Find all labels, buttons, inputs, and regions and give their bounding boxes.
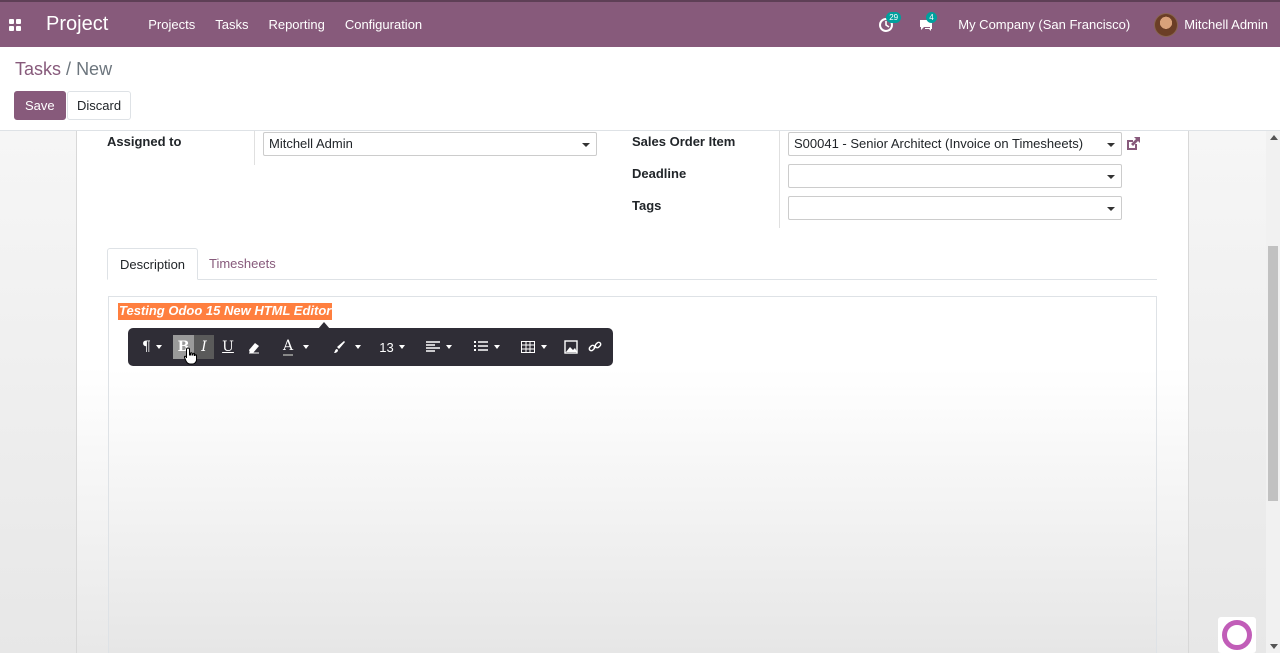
chevron-down-icon xyxy=(1107,143,1115,147)
table-dropdown[interactable] xyxy=(518,335,550,359)
menu-tasks[interactable]: Tasks xyxy=(205,2,258,47)
editor-selected-text[interactable]: Testing Odoo 15 New HTML Editor xyxy=(118,303,333,320)
recording-widget-icon[interactable] xyxy=(1218,617,1256,653)
paragraph-style-dropdown[interactable]: ¶ xyxy=(138,335,166,359)
user-menu[interactable]: Mitchell Admin xyxy=(1142,12,1280,37)
tags-label: Tags xyxy=(632,198,662,213)
control-panel: Tasks / New Save Discard xyxy=(0,47,1280,131)
tags-field[interactable] xyxy=(788,196,1122,220)
font-color-icon: A xyxy=(282,338,294,356)
paragraph-icon: ¶ xyxy=(142,339,151,355)
caret-down-icon xyxy=(541,345,547,349)
font-size-dropdown[interactable]: 13 xyxy=(376,335,408,359)
caret-down-icon xyxy=(303,345,310,349)
font-color-dropdown[interactable]: A xyxy=(278,335,314,359)
scroll-up-icon[interactable] xyxy=(1270,135,1278,140)
notebook-tabs: Description Timesheets xyxy=(107,248,1157,280)
caret-down-icon xyxy=(155,345,162,349)
font-size-value: 13 xyxy=(379,339,394,355)
list-dropdown[interactable] xyxy=(471,335,503,359)
menu-configuration[interactable]: Configuration xyxy=(335,2,432,47)
breadcrumb: Tasks / New xyxy=(15,59,112,80)
activity-badge: 29 xyxy=(886,12,902,23)
link-button[interactable] xyxy=(585,335,605,359)
save-button[interactable]: Save xyxy=(14,91,66,120)
page-scrollbar[interactable] xyxy=(1266,131,1280,653)
breadcrumb-separator: / xyxy=(66,59,72,79)
chevron-down-icon xyxy=(582,143,590,147)
menu-reporting[interactable]: Reporting xyxy=(258,2,334,47)
company-switcher[interactable]: My Company (San Francisco) xyxy=(946,17,1142,32)
scroll-down-icon[interactable] xyxy=(1270,644,1278,649)
align-icon xyxy=(426,341,440,352)
media-button[interactable] xyxy=(561,335,581,359)
underline-button[interactable]: U xyxy=(218,335,238,359)
top-navbar: Project Projects Tasks Reporting Configu… xyxy=(0,0,1280,47)
deadline-label: Deadline xyxy=(632,166,687,181)
tab-timesheets[interactable]: Timesheets xyxy=(197,248,288,280)
external-link-icon[interactable] xyxy=(1124,135,1142,153)
caret-down-icon xyxy=(398,345,405,349)
link-icon xyxy=(588,341,602,352)
discard-button[interactable]: Discard xyxy=(67,91,132,120)
scroll-thumb[interactable] xyxy=(1268,246,1278,501)
caret-down-icon xyxy=(494,345,500,349)
assigned-to-label: Assigned to xyxy=(107,134,182,149)
activity-clock-icon[interactable]: 29 xyxy=(866,2,906,47)
sales-order-item-label: Sales Order Item xyxy=(632,134,736,149)
underline-icon: U xyxy=(222,339,234,355)
field-divider xyxy=(779,131,780,228)
apps-menu-icon[interactable] xyxy=(0,2,30,47)
background-color-dropdown[interactable] xyxy=(328,335,364,359)
menu-projects[interactable]: Projects xyxy=(138,2,205,47)
breadcrumb-tasks[interactable]: Tasks xyxy=(15,59,61,79)
brush-icon xyxy=(333,341,345,353)
italic-icon: I xyxy=(201,339,207,355)
eraser-icon xyxy=(249,343,259,354)
messages-badge: 4 xyxy=(926,12,937,23)
eraser-button[interactable] xyxy=(244,335,264,359)
image-icon xyxy=(564,340,578,354)
sales-order-item-value: S00041 - Senior Architect (Invoice on Ti… xyxy=(794,136,1084,151)
user-name: Mitchell Admin xyxy=(1184,17,1268,32)
deadline-field[interactable] xyxy=(788,164,1122,188)
caret-down-icon xyxy=(446,345,452,349)
assigned-to-field[interactable]: Mitchell Admin xyxy=(263,132,597,156)
list-icon xyxy=(474,341,488,351)
breadcrumb-current: New xyxy=(76,59,113,79)
caret-down-icon xyxy=(354,345,361,349)
chevron-down-icon xyxy=(1107,207,1115,211)
hand-cursor-icon xyxy=(184,347,197,365)
tab-description[interactable]: Description xyxy=(107,248,199,280)
field-divider xyxy=(254,131,255,165)
table-icon xyxy=(521,341,535,353)
avatar xyxy=(1154,12,1179,37)
editor-toolbar: ¶ B I U A 13 xyxy=(128,328,613,366)
messages-icon[interactable]: 4 xyxy=(906,2,946,47)
app-name[interactable]: Project xyxy=(46,13,108,36)
chevron-down-icon xyxy=(1107,175,1115,179)
main-menu: Projects Tasks Reporting Configuration xyxy=(138,2,432,47)
alignment-dropdown[interactable] xyxy=(424,335,454,359)
sales-order-item-field[interactable]: S00041 - Senior Architect (Invoice on Ti… xyxy=(788,132,1122,156)
assigned-to-value: Mitchell Admin xyxy=(269,136,353,151)
